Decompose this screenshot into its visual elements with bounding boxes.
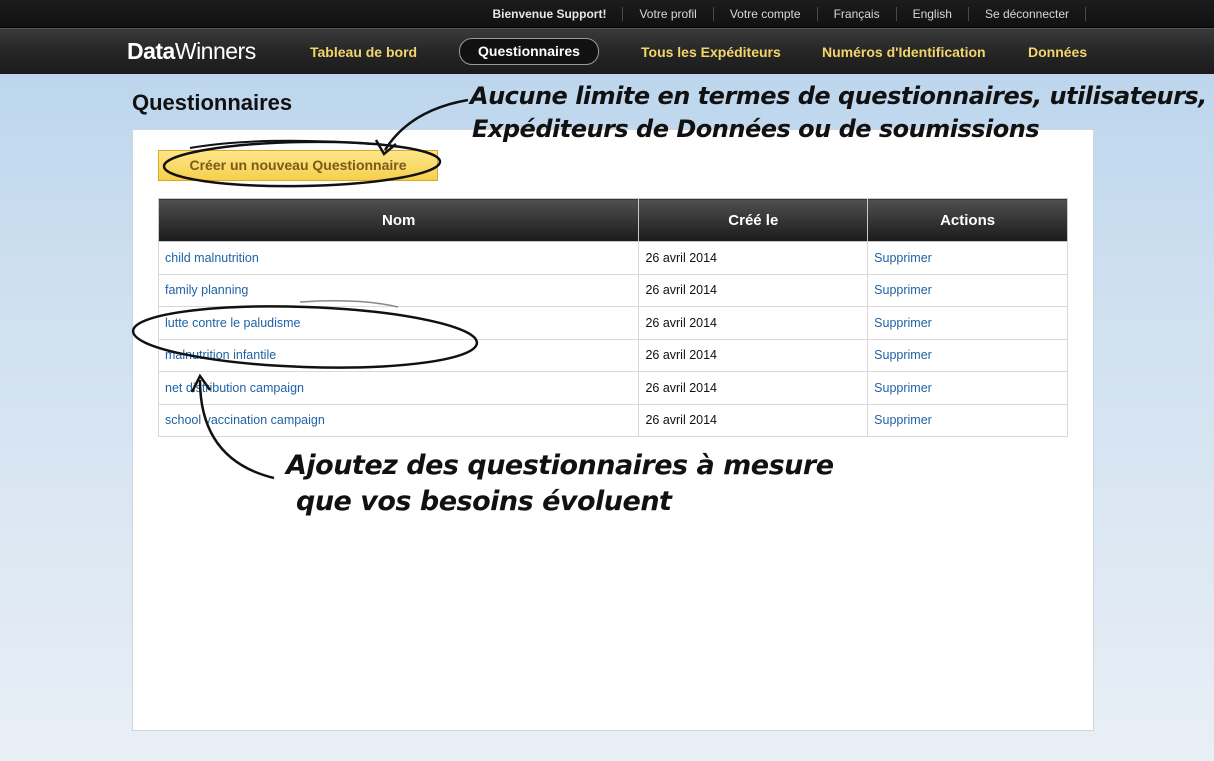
link-english[interactable]: English bbox=[897, 7, 969, 21]
action-cell: Supprimer bbox=[867, 371, 1068, 405]
delete-link[interactable]: Supprimer bbox=[874, 251, 932, 265]
action-cell: Supprimer bbox=[867, 306, 1068, 340]
date-cell: 26 avril 2014 bbox=[638, 241, 869, 275]
date-cell: 26 avril 2014 bbox=[638, 338, 869, 372]
table-row: child malnutrition 26 avril 2014 Supprim… bbox=[157, 241, 1068, 275]
create-questionnaire-button[interactable]: Créer un nouveau Questionnaire bbox=[158, 150, 438, 181]
table-row: net distribution campaign 26 avril 2014 … bbox=[157, 371, 1068, 405]
name-cell: family planning bbox=[157, 273, 640, 307]
table-header-row: Nom Créé le Actions bbox=[157, 198, 1068, 242]
date-cell: 26 avril 2014 bbox=[638, 273, 869, 307]
date-cell: 26 avril 2014 bbox=[638, 306, 869, 340]
main-navbar: DataWinners Tableau de bord Questionnair… bbox=[0, 28, 1214, 74]
name-cell: child malnutrition bbox=[157, 241, 640, 275]
annotation-top-line2: Expéditeurs de Données ou de soumissions bbox=[472, 115, 1040, 143]
table-row: school vaccination campaign 26 avril 201… bbox=[157, 403, 1068, 437]
delete-link[interactable]: Supprimer bbox=[874, 381, 932, 395]
link-francais[interactable]: Français bbox=[818, 7, 897, 21]
table-row: lutte contre le paludisme 26 avril 2014 … bbox=[157, 306, 1068, 340]
name-cell: lutte contre le paludisme bbox=[157, 306, 640, 340]
name-cell: school vaccination campaign bbox=[157, 403, 640, 437]
questionnaire-link[interactable]: net distribution campaign bbox=[165, 381, 304, 395]
questionnaire-link[interactable]: child malnutrition bbox=[165, 251, 259, 265]
datawinners-logo[interactable]: DataWinners bbox=[127, 38, 256, 65]
action-cell: Supprimer bbox=[867, 273, 1068, 307]
link-logout[interactable]: Se déconnecter bbox=[969, 7, 1086, 21]
nav-expediteurs[interactable]: Tous les Expéditeurs bbox=[641, 41, 781, 63]
questionnaire-link[interactable]: school vaccination campaign bbox=[165, 413, 325, 427]
nav-tableau-de-bord[interactable]: Tableau de bord bbox=[310, 41, 417, 63]
questionnaire-link[interactable]: family planning bbox=[165, 283, 248, 297]
logo-light-part: Winners bbox=[174, 38, 256, 64]
questionnaires-table: Nom Créé le Actions child malnutrition 2… bbox=[157, 198, 1068, 437]
top-links: Bienvenue Support! Votre profil Votre co… bbox=[492, 0, 1086, 28]
delete-link[interactable]: Supprimer bbox=[874, 283, 932, 297]
action-cell: Supprimer bbox=[867, 403, 1068, 437]
nav-questionnaires[interactable]: Questionnaires bbox=[459, 38, 599, 65]
date-cell: 26 avril 2014 bbox=[638, 371, 869, 405]
nav-donnees[interactable]: Données bbox=[1028, 41, 1087, 63]
delete-link[interactable]: Supprimer bbox=[874, 413, 932, 427]
annotation-top-line1: Aucune limite en termes de questionnaire… bbox=[470, 82, 1207, 110]
link-votre-compte[interactable]: Votre compte bbox=[714, 7, 818, 21]
delete-link[interactable]: Supprimer bbox=[874, 316, 932, 330]
header-actions: Actions bbox=[867, 198, 1068, 242]
annotation-bottom-line2: que vos besoins évoluent bbox=[296, 486, 672, 517]
date-cell: 26 avril 2014 bbox=[638, 403, 869, 437]
name-cell: malnutrition infantile bbox=[157, 338, 640, 372]
nav-numeros-identification[interactable]: Numéros d'Identification bbox=[822, 41, 986, 63]
name-cell: net distribution campaign bbox=[157, 371, 640, 405]
header-cree-le[interactable]: Créé le bbox=[638, 198, 869, 242]
top-utility-bar: Bienvenue Support! Votre profil Votre co… bbox=[0, 0, 1214, 28]
table-row: family planning 26 avril 2014 Supprimer bbox=[157, 273, 1068, 307]
annotation-bottom-line1: Ajoutez des questionnaires à mesure bbox=[286, 450, 834, 481]
delete-link[interactable]: Supprimer bbox=[874, 348, 932, 362]
table-row: malnutrition infantile 26 avril 2014 Sup… bbox=[157, 338, 1068, 372]
page-title: Questionnaires bbox=[132, 90, 293, 115]
welcome-text: Bienvenue Support! bbox=[492, 7, 624, 21]
link-votre-profil[interactable]: Votre profil bbox=[623, 7, 714, 21]
action-cell: Supprimer bbox=[867, 241, 1068, 275]
header-nom[interactable]: Nom bbox=[157, 198, 640, 242]
logo-bold-part: Data bbox=[127, 38, 175, 64]
action-cell: Supprimer bbox=[867, 338, 1068, 372]
questionnaire-link[interactable]: lutte contre le paludisme bbox=[165, 316, 301, 330]
questionnaire-link[interactable]: malnutrition infantile bbox=[165, 348, 276, 362]
